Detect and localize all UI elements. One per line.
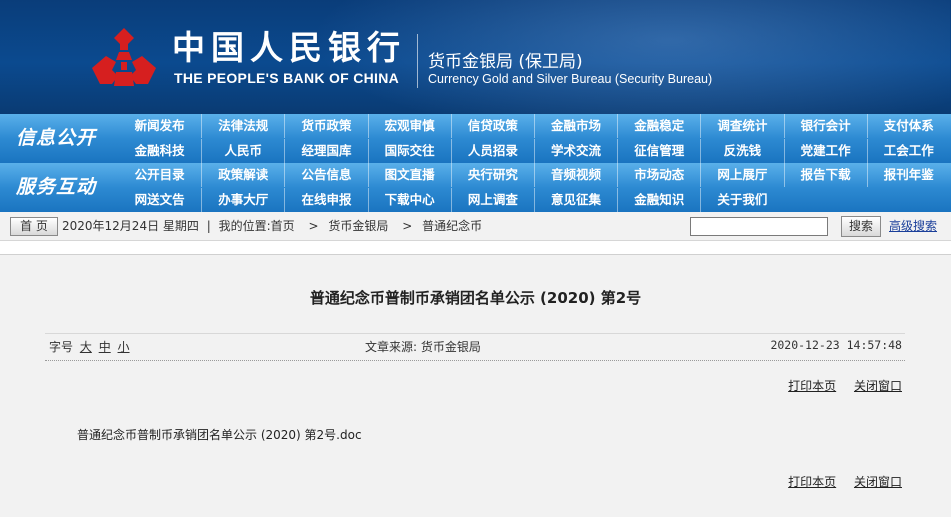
breadcrumb-arrow: >	[308, 219, 319, 233]
nav-item[interactable]: 党建工作	[783, 139, 867, 163]
nav-item[interactable]: 公开目录	[118, 163, 201, 187]
nav-item[interactable]: 人民币	[201, 139, 284, 163]
nav-item[interactable]: 图文直播	[367, 163, 451, 187]
nav-item[interactable]: 国际交往	[367, 139, 451, 163]
nav-item[interactable]: 货币政策	[284, 114, 367, 138]
nav-item[interactable]: 音频视频	[533, 163, 617, 187]
nav-item[interactable]: 宏观审慎	[367, 114, 451, 138]
nav-item[interactable]: 市场动态	[617, 163, 700, 187]
nav-item[interactable]: 在线申报	[284, 188, 367, 212]
nav-item[interactable]: 征信管理	[617, 139, 700, 163]
article-meta: 字号 大 中 小 文章来源: 货币金银局 2020-12-23 14:57:48	[45, 333, 905, 361]
font-size-medium[interactable]: 中	[99, 340, 111, 354]
nav-item[interactable]: 报告下载	[783, 163, 867, 187]
close-window-link[interactable]: 关闭窗口	[854, 475, 902, 489]
article-tools-bottom: 打印本页 关闭窗口	[774, 473, 902, 490]
pboc-logo-icon[interactable]	[88, 26, 160, 92]
breadcrumb-arrow: >	[402, 219, 413, 233]
nav-item[interactable]: 关于我们	[700, 188, 783, 212]
advanced-search-link[interactable]: 高级搜索	[889, 212, 937, 240]
font-size-label: 字号	[49, 340, 74, 354]
nav-item[interactable]: 新闻发布	[118, 114, 201, 138]
nav-item[interactable]: 金融稳定	[617, 114, 700, 138]
nav-item[interactable]: 报刊年鉴	[866, 163, 950, 187]
nav-item[interactable]: 调查统计	[700, 114, 783, 138]
close-window-link[interactable]: 关闭窗口	[854, 379, 902, 393]
article-time: 2020-12-23 14:57:48	[770, 338, 902, 352]
nav-row: 新闻发布 法律法规 货币政策 宏观审慎 信贷政策 金融市场 金融稳定 调查统计 银行会计 支付体系	[118, 114, 950, 138]
nav-item[interactable]: 法律法规	[201, 114, 284, 138]
home-button[interactable]: 首 页	[10, 217, 58, 236]
nav-item[interactable]: 公告信息	[284, 163, 367, 187]
font-size-large[interactable]: 大	[80, 340, 92, 354]
breadcrumb-link-home[interactable]: 首页	[271, 219, 295, 233]
bureau-name-cn: 货币金银局 (保卫局)	[428, 52, 583, 72]
breadcrumb: 2020年12月24日 星期四 | 我的位置:首页 > 货币金银局 > 普通纪念…	[62, 212, 486, 240]
nav-item[interactable]: 网送文告	[118, 188, 201, 212]
article-source: 文章来源: 货币金银局	[365, 340, 481, 354]
search-button[interactable]: 搜索	[841, 216, 881, 237]
nav-item[interactable]: 人员招录	[450, 139, 534, 163]
nav-band-info: 信息公开 新闻发布 法律法规 货币政策 宏观审慎 信贷政策 金融市场 金融稳定 调查统计 银行会…	[0, 114, 951, 164]
bank-name-en: THE PEOPLE'S BANK OF CHINA	[174, 70, 400, 86]
breadcrumb-bar: 首 页 2020年12月24日 星期四 | 我的位置:首页 > 货币金银局 > …	[0, 212, 951, 241]
nav-item[interactable]: 金融科技	[118, 139, 201, 163]
nav-item[interactable]: 支付体系	[866, 114, 950, 138]
nav-item[interactable]: 网上调查	[450, 188, 534, 212]
search-input[interactable]	[690, 217, 828, 236]
nav-item[interactable]: 学术交流	[533, 139, 617, 163]
print-link[interactable]: 打印本页	[788, 379, 836, 393]
site-header: 中国人民银行 THE PEOPLE'S BANK OF CHINA 货币金银局 …	[0, 0, 951, 114]
print-link[interactable]: 打印本页	[788, 475, 836, 489]
bank-name-cn: 中国人民银行	[172, 28, 406, 67]
font-size-small[interactable]: 小	[118, 340, 130, 354]
attachment-link[interactable]: 普通纪念币普制币承销团名单公示 (2020) 第2号.doc	[77, 426, 362, 443]
bureau-name-en: Currency Gold and Silver Bureau (Securit…	[428, 72, 713, 86]
nav-item[interactable]: 反洗钱	[700, 139, 783, 163]
article-tools-top: 打印本页 关闭窗口	[774, 377, 902, 394]
nav-item[interactable]: 央行研究	[450, 163, 534, 187]
breadcrumb-separator: |	[206, 219, 211, 233]
nav-item[interactable]: 意见征集	[533, 188, 617, 212]
nav-section-label: 信息公开	[15, 127, 96, 149]
nav-item[interactable]: 信贷政策	[450, 114, 534, 138]
nav-row: 公开目录 政策解读 公告信息 图文直播 央行研究 音频视频 市场动态 网上展厅 报告下载 报刊年鉴	[118, 163, 950, 187]
header-divider	[417, 34, 418, 88]
nav-item[interactable]: 银行会计	[783, 114, 867, 138]
nav-item[interactable]: 工会工作	[866, 139, 950, 163]
nav-item[interactable]: 办事大厅	[201, 188, 284, 212]
breadcrumb-link-bureau[interactable]: 货币金银局	[328, 219, 388, 233]
nav-item[interactable]: 下载中心	[367, 188, 451, 212]
main-nav: 信息公开 新闻发布 法律法规 货币政策 宏观审慎 信贷政策 金融市场 金融稳定 调查统计 银行会…	[0, 114, 951, 212]
nav-band-service: 服务互动 公开目录 政策解读 公告信息 图文直播 央行研究 音频视频 市场动态 网上展厅 报告下…	[0, 163, 951, 212]
location-label: 我的位置:	[218, 219, 271, 233]
breadcrumb-link-coin[interactable]: 普通纪念币	[422, 219, 482, 233]
nav-row: 金融科技 人民币 经理国库 国际交往 人员招录 学术交流 征信管理 反洗钱 党建工作 工会工作	[118, 139, 950, 163]
nav-item[interactable]: 政策解读	[201, 163, 284, 187]
nav-item[interactable]: 经理国库	[284, 139, 367, 163]
font-size-controls: 字号 大 中 小	[49, 338, 130, 355]
article-panel: 普通纪念币普制币承销团名单公示 (2020) 第2号 字号 大 中 小 文章来源…	[0, 254, 951, 517]
current-date: 2020年12月24日 星期四	[62, 219, 199, 233]
article-title: 普通纪念币普制币承销团名单公示 (2020) 第2号	[309, 289, 642, 307]
nav-item[interactable]: 金融知识	[617, 188, 700, 212]
nav-item[interactable]: 金融市场	[533, 114, 617, 138]
nav-section-label: 服务互动	[15, 176, 96, 198]
nav-row: 网送文告 办事大厅 在线申报 下载中心 网上调查 意见征集 金融知识 关于我们	[118, 188, 950, 212]
nav-item[interactable]: 网上展厅	[700, 163, 783, 187]
